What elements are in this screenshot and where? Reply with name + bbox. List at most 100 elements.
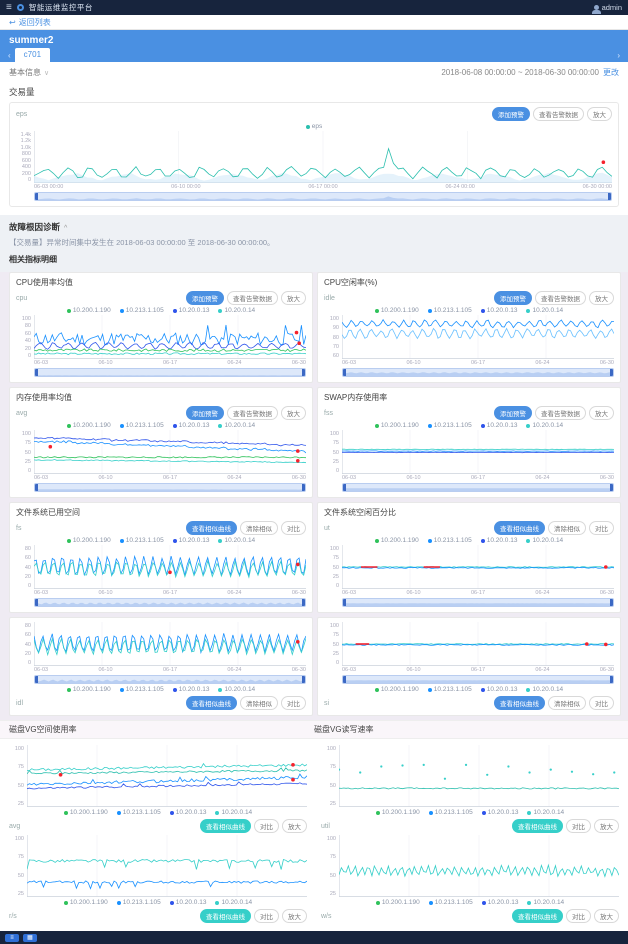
slider-right-handle[interactable] xyxy=(610,484,613,491)
legend-item[interactable]: 10.20.0.13 xyxy=(481,686,518,693)
line-chart[interactable] xyxy=(339,835,619,897)
primary-action-button[interactable]: 添加预警 xyxy=(494,291,532,305)
legend-item[interactable]: 10.20.0.13 xyxy=(481,307,518,314)
primary-action-button[interactable]: 添加预警 xyxy=(186,291,224,305)
legend-item[interactable]: 10.20.0.14 xyxy=(215,809,252,816)
compare-button[interactable]: 对比 xyxy=(566,819,591,833)
slider-left-handle[interactable] xyxy=(35,676,38,683)
slider-left-handle[interactable] xyxy=(35,484,38,491)
legend-item[interactable]: 10.213.1.105 xyxy=(120,422,164,429)
legend-item[interactable]: 10.20.0.14 xyxy=(215,899,252,906)
footer-grid-icon[interactable]: ▦ xyxy=(23,934,37,942)
zoom-button[interactable]: 放大 xyxy=(282,819,307,833)
slider-right-handle[interactable] xyxy=(302,599,305,606)
view-similar-button[interactable]: 查看相似曲线 xyxy=(200,819,251,833)
legend-item[interactable]: 10.20.0.13 xyxy=(481,537,518,544)
legend-item[interactable]: 10.213.1.105 xyxy=(429,809,473,816)
legend-item[interactable]: 10.213.1.105 xyxy=(117,899,161,906)
legend-item[interactable]: 10.213.1.105 xyxy=(120,686,164,693)
slider-right-handle[interactable] xyxy=(302,676,305,683)
legend-item[interactable]: 10.20.0.14 xyxy=(526,422,563,429)
tabs-prev-icon[interactable]: ‹ xyxy=(4,51,15,62)
slider-left-handle[interactable] xyxy=(35,369,38,376)
legend-item[interactable]: 10.20.0.13 xyxy=(482,809,519,816)
slider-right-handle[interactable] xyxy=(610,369,613,376)
zoom-button[interactable]: 放大 xyxy=(587,107,612,121)
range-slider[interactable] xyxy=(342,598,614,607)
legend-item[interactable]: 10.200.1.190 xyxy=(64,899,108,906)
zoom-button[interactable]: 放大 xyxy=(282,909,307,923)
footer-menu-icon[interactable]: ≡ xyxy=(5,934,19,942)
secondary-action-button[interactable]: 清除相似 xyxy=(548,696,586,710)
legend-item[interactable]: 10.213.1.105 xyxy=(117,809,161,816)
primary-action-button[interactable]: 查看相似曲线 xyxy=(494,696,545,710)
legend-item[interactable]: 10.200.1.190 xyxy=(375,422,419,429)
legend-item[interactable]: 10.20.0.14 xyxy=(218,537,255,544)
slider-right-handle[interactable] xyxy=(610,599,613,606)
slider-right-handle[interactable] xyxy=(302,484,305,491)
legend-item[interactable]: 10.200.1.190 xyxy=(67,537,111,544)
legend-item[interactable]: 10.213.1.105 xyxy=(429,899,473,906)
range-slider[interactable] xyxy=(34,598,306,607)
small-action-button[interactable]: 放大 xyxy=(281,291,306,305)
legend-item[interactable]: 10.200.1.190 xyxy=(376,899,420,906)
legend-item[interactable]: 10.20.0.13 xyxy=(173,307,210,314)
line-chart[interactable] xyxy=(34,622,306,666)
legend-item[interactable]: 10.213.1.105 xyxy=(120,537,164,544)
zoom-button[interactable]: 放大 xyxy=(594,819,619,833)
line-chart[interactable] xyxy=(342,430,614,474)
add-alert-button[interactable]: 添加预警 xyxy=(492,107,530,121)
legend-item[interactable]: 10.20.0.13 xyxy=(173,422,210,429)
secondary-action-button[interactable]: 查看告警数据 xyxy=(535,291,586,305)
slider-left-handle[interactable] xyxy=(343,484,346,491)
legend-item[interactable]: 10.200.1.190 xyxy=(376,809,420,816)
legend-item[interactable]: 10.20.0.13 xyxy=(173,537,210,544)
slider-right-handle[interactable] xyxy=(608,193,611,200)
legend-item[interactable]: 10.213.1.105 xyxy=(428,537,472,544)
slider-right-handle[interactable] xyxy=(610,676,613,683)
small-action-button[interactable]: 放大 xyxy=(589,291,614,305)
view-similar-button[interactable]: 查看相似曲线 xyxy=(512,909,563,923)
back-to-list-link[interactable]: 返回列表 xyxy=(19,17,51,28)
small-action-button[interactable]: 对比 xyxy=(589,696,614,710)
view-alarms-button[interactable]: 查看告警数据 xyxy=(533,107,584,121)
primary-action-button[interactable]: 添加预警 xyxy=(186,406,224,420)
legend-item[interactable]: 10.20.0.13 xyxy=(170,899,207,906)
line-chart[interactable] xyxy=(34,315,306,359)
primary-action-button[interactable]: 添加预警 xyxy=(494,406,532,420)
range-slider[interactable] xyxy=(34,675,306,684)
slider-left-handle[interactable] xyxy=(343,369,346,376)
line-chart[interactable] xyxy=(34,131,612,183)
legend-item[interactable]: 10.20.0.13 xyxy=(170,809,207,816)
legend-item[interactable]: 10.200.1.190 xyxy=(67,422,111,429)
legend-item[interactable]: 10.200.1.190 xyxy=(67,307,111,314)
user-menu[interactable]: admin xyxy=(594,3,622,12)
legend-item[interactable]: 10.213.1.105 xyxy=(120,307,164,314)
legend-item[interactable]: 10.213.1.105 xyxy=(428,307,472,314)
legend-item[interactable]: 10.20.0.14 xyxy=(526,307,563,314)
legend-item[interactable]: 10.20.0.13 xyxy=(482,899,519,906)
line-chart[interactable] xyxy=(342,315,614,359)
slider-left-handle[interactable] xyxy=(343,676,346,683)
zoom-button[interactable]: 放大 xyxy=(594,909,619,923)
tabs-next-icon[interactable]: › xyxy=(613,51,624,62)
primary-action-button[interactable]: 查看相似曲线 xyxy=(494,521,545,535)
slider-left-handle[interactable] xyxy=(343,599,346,606)
legend-item[interactable]: 10.200.1.190 xyxy=(64,809,108,816)
legend-item[interactable]: 10.200.1.190 xyxy=(375,686,419,693)
line-chart[interactable] xyxy=(342,622,614,666)
legend-item[interactable]: 10.20.0.14 xyxy=(218,422,255,429)
secondary-action-button[interactable]: 清除相似 xyxy=(240,521,278,535)
legend-item[interactable]: 10.20.0.14 xyxy=(527,809,564,816)
legend-item[interactable]: 10.213.1.105 xyxy=(428,422,472,429)
legend-item[interactable]: 10.20.0.14 xyxy=(218,307,255,314)
view-similar-button[interactable]: 查看相似曲线 xyxy=(512,819,563,833)
legend-item[interactable]: 10.20.0.13 xyxy=(481,422,518,429)
slider-left-handle[interactable] xyxy=(35,599,38,606)
range-slider[interactable] xyxy=(342,483,614,492)
compare-button[interactable]: 对比 xyxy=(566,909,591,923)
small-action-button[interactable]: 放大 xyxy=(281,406,306,420)
legend-item[interactable]: 10.20.0.14 xyxy=(218,686,255,693)
range-slider[interactable] xyxy=(34,192,612,201)
primary-action-button[interactable]: 查看相似曲线 xyxy=(186,696,237,710)
